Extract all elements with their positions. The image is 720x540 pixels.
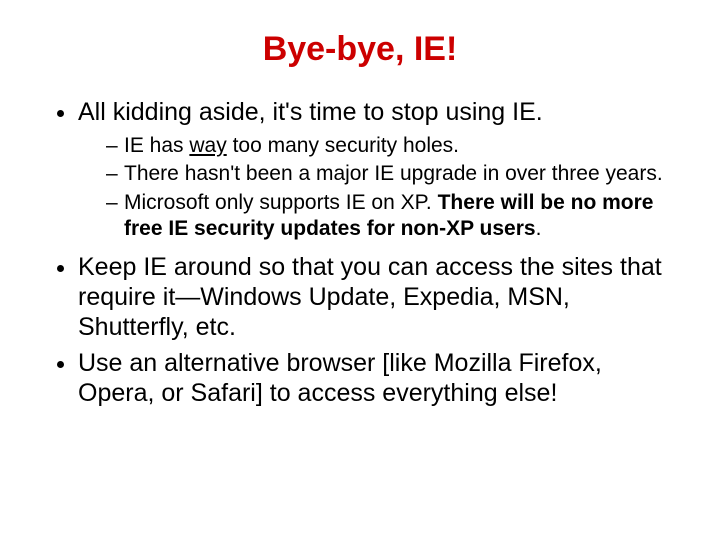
bullet-1-text: All kidding aside, it's time to stop usi… (78, 98, 543, 126)
sub-bullet-1-text-underline: way (189, 134, 226, 157)
bullet-2-text: Keep IE around so that you can access th… (78, 253, 662, 341)
sub-bullet-1: IE has way too many security holes. (106, 133, 680, 159)
sub-bullet-list: IE has way too many security holes. Ther… (78, 133, 680, 242)
bullet-3-text: Use an alternative browser [like Mozilla… (78, 349, 602, 407)
sub-bullet-3: Microsoft only supports IE on XP. There … (106, 190, 680, 243)
bullet-1: All kidding aside, it's time to stop usi… (78, 97, 680, 242)
sub-bullet-2-text: There hasn't been a major IE upgrade in … (124, 162, 663, 185)
sub-bullet-2: There hasn't been a major IE upgrade in … (106, 161, 680, 187)
bullet-3: Use an alternative browser [like Mozilla… (78, 348, 680, 408)
sub-bullet-3-text-a: Microsoft only supports IE on XP. (124, 191, 438, 214)
sub-bullet-1-text-a: IE has (124, 134, 189, 157)
bullet-list: All kidding aside, it's time to stop usi… (40, 97, 680, 408)
sub-bullet-1-text-c: too many security holes. (227, 134, 459, 157)
slide: Bye-bye, IE! All kidding aside, it's tim… (0, 0, 720, 540)
sub-bullet-3-text-c: . (536, 217, 542, 240)
bullet-2: Keep IE around so that you can access th… (78, 252, 680, 342)
slide-title: Bye-bye, IE! (40, 30, 680, 69)
